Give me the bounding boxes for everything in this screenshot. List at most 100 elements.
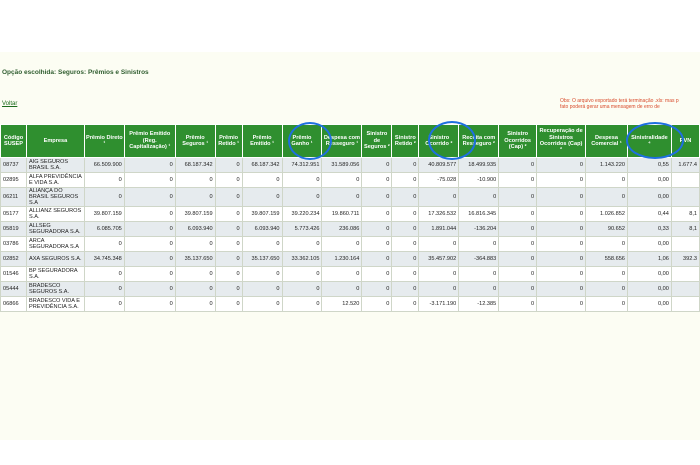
column-header[interactable]: Sinistralidade ⁴ bbox=[626, 124, 672, 158]
cell-value: 0 bbox=[281, 296, 323, 312]
cell-value: 0,00 bbox=[626, 281, 672, 297]
cell-value: 0 bbox=[174, 281, 216, 297]
cell-value: 0,33 bbox=[626, 221, 672, 237]
table-row: 02852 AXA SEGUROS S.A. 34.745.348 0 35.137.6… bbox=[0, 251, 700, 267]
cell-value: 0 bbox=[498, 172, 538, 188]
cell-value: 0 bbox=[214, 172, 243, 188]
table-row: 05819 ALLSEG SEGURADORA S.A. 6.085.705 0 6.0… bbox=[0, 221, 700, 237]
cell-value: 0 bbox=[361, 187, 393, 207]
cell-value bbox=[670, 236, 700, 252]
cell-value: 236.086 bbox=[321, 221, 363, 237]
premiums-claims-table: Código SUSEP Empresa Prêmio Direto ¹ Prêmio… bbox=[0, 124, 700, 312]
cell-value: 558.656 bbox=[585, 251, 628, 267]
cell-value: 0 bbox=[458, 266, 500, 282]
cell-value: 0 bbox=[391, 251, 420, 267]
column-header[interactable]: Sinistro Ocorridos (Cap) ² bbox=[498, 124, 538, 158]
cell-value: 0 bbox=[83, 281, 125, 297]
cell-value: 0 bbox=[361, 172, 393, 188]
cell-code: 06211 bbox=[0, 187, 27, 207]
cell-value: 0 bbox=[391, 206, 420, 222]
cell-value: 0 bbox=[585, 296, 628, 312]
cell-value: 31.589.056 bbox=[321, 157, 363, 173]
cell-value: 0 bbox=[214, 266, 243, 282]
cell-value: 0 bbox=[241, 172, 283, 188]
column-header[interactable]: Despesa Comercial ¹ bbox=[585, 124, 628, 158]
cell-value: 0 bbox=[498, 281, 538, 297]
cell-code: 08737 bbox=[0, 157, 27, 173]
cell-value: 0 bbox=[214, 251, 243, 267]
cell-value: 0 bbox=[214, 187, 243, 207]
cell-company: BRADESCO VIDA E PREVIDÊNCIA S.A. bbox=[25, 296, 85, 312]
cell-value: -75.028 bbox=[418, 172, 460, 188]
cell-value: 0 bbox=[536, 206, 587, 222]
cell-company: ALFA PREVIDÊNCIA E VIDA S.A. bbox=[25, 172, 85, 188]
cell-value: 39.807.159 bbox=[241, 206, 283, 222]
column-header[interactable]: Sinistro de Seguros ² bbox=[361, 124, 393, 158]
column-header[interactable]: Prêmio Emitido (Reg. Capitalização) ¹ bbox=[123, 124, 176, 158]
cell-value: 0 bbox=[498, 266, 538, 282]
cell-value: -364.883 bbox=[458, 251, 500, 267]
cell-value: 0 bbox=[536, 296, 587, 312]
column-header[interactable]: Prêmio Retido ¹ bbox=[214, 124, 243, 158]
table-row: 03786 ARCA SEGURADORA S.A 0 0 0 0 0 0 0 0 0 0 0 0 0 0 0,… bbox=[0, 236, 700, 252]
column-header[interactable]: Empresa bbox=[25, 124, 85, 158]
table-row: 05444 BRADESCO SEGUROS S.A. 0 0 0 0 0 0 0 0 0 0 0 0 0 0… bbox=[0, 281, 700, 297]
cell-company: BP SEGURADORA S.A. bbox=[25, 266, 85, 282]
cell-value: 0,44 bbox=[626, 206, 672, 222]
column-header[interactable]: Prêmio Emitido ¹ bbox=[241, 124, 283, 158]
cell-value: 0 bbox=[391, 236, 420, 252]
cell-value: 0 bbox=[123, 236, 176, 252]
cell-value: 35.457.902 bbox=[418, 251, 460, 267]
cell-value: 5.773.426 bbox=[281, 221, 323, 237]
back-link[interactable]: Voltar bbox=[2, 101, 17, 107]
cell-value: 0 bbox=[536, 251, 587, 267]
cell-company: BRADESCO SEGUROS S.A. bbox=[25, 281, 85, 297]
column-header[interactable]: Sinistro Retido ² bbox=[391, 124, 420, 158]
cell-company: ARCA SEGURADORA S.A bbox=[25, 236, 85, 252]
cell-company: ALLIANZ SEGUROS S.A. bbox=[25, 206, 85, 222]
cell-value: 1.677.4 bbox=[670, 157, 700, 173]
column-header[interactable]: Despesa com Resseguro ¹ bbox=[321, 124, 363, 158]
cell-value: 0 bbox=[241, 281, 283, 297]
column-header[interactable]: RVN bbox=[670, 124, 700, 158]
cell-value: 8,1 bbox=[670, 206, 700, 222]
cell-value: 0 bbox=[418, 236, 460, 252]
cell-value: 6.093.940 bbox=[241, 221, 283, 237]
cell-value: 66.509.900 bbox=[83, 157, 125, 173]
cell-value: 0 bbox=[241, 187, 283, 207]
cell-value: 0 bbox=[391, 281, 420, 297]
cell-value: 40.809.577 bbox=[418, 157, 460, 173]
column-header[interactable]: Sinistro Ocorrido ² bbox=[418, 124, 460, 158]
table-header-row: Código SUSEP Empresa Prêmio Direto ¹ Prêmio… bbox=[0, 124, 700, 158]
column-header[interactable]: Receita com Resseguro ² bbox=[458, 124, 500, 158]
cell-value: 1.230.164 bbox=[321, 251, 363, 267]
cell-value: 0 bbox=[281, 187, 323, 207]
cell-value: 0 bbox=[536, 236, 587, 252]
cell-value: 0 bbox=[585, 236, 628, 252]
cell-value: 17.326.532 bbox=[418, 206, 460, 222]
cell-value bbox=[670, 172, 700, 188]
column-header[interactable]: Prêmio Ganho ¹ bbox=[281, 124, 323, 158]
cell-value: 0 bbox=[123, 206, 176, 222]
cell-value: 0 bbox=[123, 187, 176, 207]
cell-value: 1.026.852 bbox=[585, 206, 628, 222]
cell-value: 0 bbox=[174, 236, 216, 252]
cell-value: 1.143.220 bbox=[585, 157, 628, 173]
cell-value: 19.860.711 bbox=[321, 206, 363, 222]
column-header[interactable]: Prêmio Direto ¹ bbox=[83, 124, 125, 158]
cell-value: 0 bbox=[585, 187, 628, 207]
cell-value: 0 bbox=[214, 157, 243, 173]
cell-value: 0 bbox=[361, 281, 393, 297]
table-row: 06866 BRADESCO VIDA E PREVIDÊNCIA S.A. 0 0 0… bbox=[0, 296, 700, 312]
cell-code: 02852 bbox=[0, 251, 27, 267]
cell-value: 1,06 bbox=[626, 251, 672, 267]
cell-value: 0 bbox=[281, 281, 323, 297]
table-row: 02895 ALFA PREVIDÊNCIA E VIDA S.A. 0 0 0 0 0 0 0… bbox=[0, 172, 700, 188]
cell-value: 0 bbox=[321, 281, 363, 297]
cell-value: 0 bbox=[498, 206, 538, 222]
column-header[interactable]: Prêmio Seguros ¹ bbox=[174, 124, 216, 158]
cell-value: 0 bbox=[214, 236, 243, 252]
cell-company: ALIANÇA DO BRASIL SEGUROS S.A bbox=[25, 187, 85, 207]
column-header[interactable]: Código SUSEP bbox=[0, 124, 27, 158]
column-header[interactable]: Recuperação de Sinistros Ocorridos (Cap)… bbox=[536, 124, 587, 158]
